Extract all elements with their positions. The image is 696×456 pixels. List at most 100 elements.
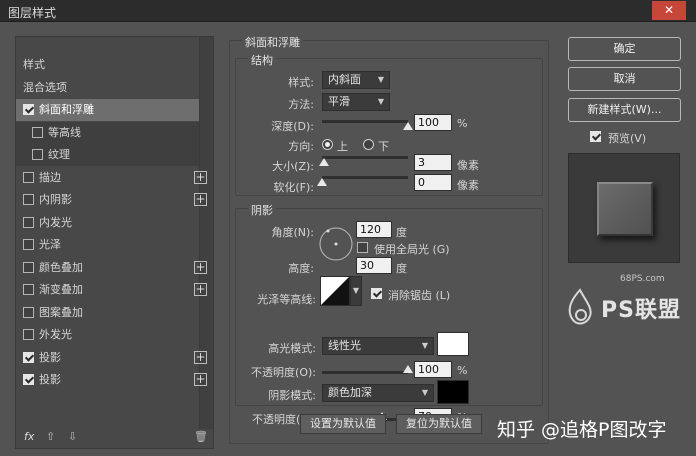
style-list-item[interactable]: 样式 [16,54,199,76]
reset-default-button[interactable]: 复位为默认值 [396,414,482,434]
size-input[interactable]: 3 [414,154,452,171]
add-effect-icon[interactable]: + [194,373,207,386]
anti-alias-checkbox[interactable] [371,287,387,300]
soften-unit: 像素 [457,179,479,192]
highlight-opacity-input[interactable]: 100 [414,361,452,378]
style-list-item[interactable]: 图案叠加 [16,302,199,324]
add-effect-icon[interactable]: + [194,193,207,206]
highlight-opacity-track[interactable] [322,371,408,374]
highlight-mode-value: 线性光 [328,339,361,352]
trash-icon[interactable]: 🗑 [194,430,208,443]
style-select[interactable]: 内斜面 ▼ [322,71,390,89]
preview-swatch [597,182,653,236]
style-list-item-label: 渐变叠加 [39,283,83,296]
move-down-icon[interactable]: ⇩ [68,430,77,443]
gloss-contour-preview[interactable] [320,276,350,306]
highlight-color-swatch[interactable] [437,332,469,356]
checkbox-icon[interactable] [23,194,34,205]
direction-label: 方向: [288,140,314,153]
style-list-item[interactable]: 颜色叠加 + [16,257,207,279]
technique-label: 方法: [288,98,314,111]
checkbox-icon[interactable] [23,172,34,183]
style-list-item-label: 描边 [39,171,61,184]
highlight-opacity-label: 不透明度(O): [251,366,316,379]
style-list-item[interactable]: 内阴影 + [16,189,207,211]
style-list-item[interactable]: 光泽 [16,234,199,256]
checkbox-checked-icon[interactable] [23,104,34,115]
shadow-color-swatch[interactable] [437,380,469,404]
watermark-brand: PS联盟 [601,298,681,323]
style-list-item[interactable]: 斜面和浮雕 [16,99,199,121]
checkbox-icon[interactable] [23,307,34,318]
move-up-icon[interactable]: ⇧ [46,430,55,443]
bevel-emboss-title: 斜面和浮雕 [242,34,303,50]
highlight-opacity-unit: % [457,364,468,377]
size-unit: 像素 [457,159,479,172]
gloss-contour-dropdown[interactable]: ▼ [350,276,362,306]
direction-down-radio[interactable] [363,139,374,150]
altitude-input[interactable]: 30 [356,257,392,274]
style-list-item[interactable]: 外发光 [16,324,199,346]
soften-slider-thumb[interactable] [317,178,327,186]
dialog-body: 样式 混合选项 斜面和浮雕 等高线 纹理 描边 + 内阴影 + 内发光 光泽 颜色叠加 + 渐变叠加 + 图案… [0,22,696,456]
checkbox-icon[interactable] [23,239,34,250]
style-list-item-label: 投影 [39,373,61,386]
ps-logo-icon [568,288,592,325]
checkbox-icon[interactable] [23,329,34,340]
altitude-unit: 度 [396,262,407,275]
add-effect-icon[interactable]: + [194,261,207,274]
style-list-item-label: 颜色叠加 [39,261,83,274]
chevron-down-icon: ▼ [377,97,384,106]
preview-checkbox[interactable] [590,130,606,143]
depth-slider-track[interactable] [322,120,408,123]
new-style-button[interactable]: 新建样式(W)... [568,98,681,122]
style-list-item[interactable]: 投影 + [16,347,207,369]
checkbox-checked-icon[interactable] [23,374,34,385]
add-effect-icon[interactable]: + [194,171,207,184]
set-default-button[interactable]: 设置为默认值 [300,414,386,434]
style-list-item[interactable]: 等高线 [16,122,199,144]
direction-up-radio[interactable] [322,139,333,150]
depth-slider-thumb[interactable] [403,122,413,130]
style-list-item[interactable]: 描边 + [16,167,207,189]
checkbox-icon[interactable] [32,127,43,138]
highlight-opacity-thumb[interactable] [403,365,413,373]
highlight-mode-select[interactable]: 线性光 ▼ [322,337,434,355]
shading-title: 阴影 [248,202,276,218]
add-effect-icon[interactable]: + [194,283,207,296]
angle-label: 角度(N): [271,226,314,239]
style-list-item[interactable]: 内发光 [16,212,199,234]
styles-list-scrollbar[interactable] [199,37,213,429]
technique-select[interactable]: 平滑 ▼ [322,93,390,111]
add-effect-icon[interactable]: + [194,351,207,364]
checkbox-icon[interactable] [32,149,43,160]
angle-input[interactable]: 120 [356,221,392,238]
global-light-checkbox[interactable] [357,241,373,254]
angle-dial-center [334,242,338,246]
style-list-item[interactable]: 混合选项 [16,77,199,99]
checkbox-icon[interactable] [23,217,34,228]
checkbox-icon[interactable] [23,262,34,273]
checkbox-icon[interactable] [23,284,34,295]
soften-slider-track[interactable] [322,176,408,179]
fx-icon[interactable]: fx [24,430,34,443]
style-list-item-label: 混合选项 [23,81,67,94]
angle-dial[interactable] [318,226,354,262]
cancel-button[interactable]: 取消 [568,67,681,91]
direction-down-label: 下 [378,140,389,153]
gloss-contour-label: 光泽等高线: [257,293,316,306]
soften-input[interactable]: 0 [414,174,452,191]
close-button[interactable]: ✕ [652,1,686,20]
checkbox-checked-icon[interactable] [23,352,34,363]
ok-button[interactable]: 确定 [568,37,681,61]
shadow-mode-select[interactable]: 颜色加深 ▼ [322,384,434,402]
depth-input[interactable]: 100 [414,114,452,131]
watermark-site: 68PS.com [620,274,665,284]
size-slider-track[interactable] [322,156,408,159]
style-list-item[interactable]: 投影 + [16,369,207,391]
style-list-item[interactable]: 纹理 [16,144,199,166]
size-slider-thumb[interactable] [318,158,329,166]
style-list-item[interactable]: 渐变叠加 + [16,279,207,301]
angle-dial-handle[interactable] [326,229,330,233]
checkbox-checked-icon [590,131,601,142]
